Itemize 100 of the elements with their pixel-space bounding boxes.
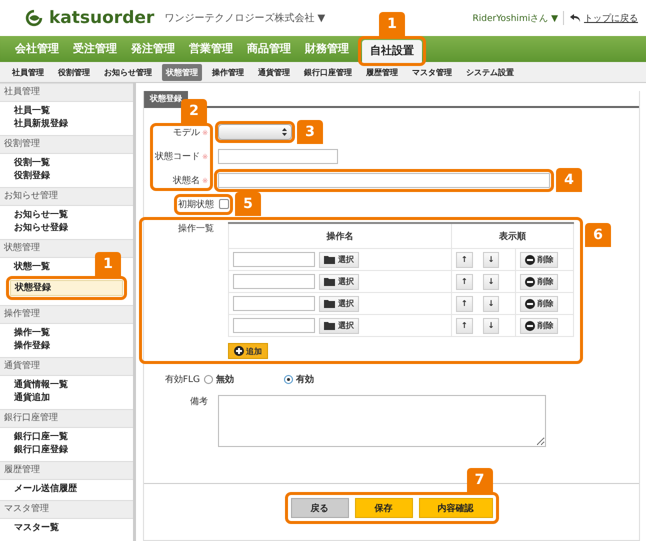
move-down-button[interactable]: ↓ xyxy=(482,296,500,312)
column-header: 操作名 xyxy=(228,223,452,248)
sidebar-item[interactable]: 状態登録 xyxy=(10,280,123,296)
back-icon xyxy=(569,13,581,23)
field-label: モデル xyxy=(173,128,200,138)
select-button[interactable]: 選択 xyxy=(319,252,359,268)
sidebar-item[interactable]: 社員一覧 xyxy=(10,105,50,118)
sidebar-heading: 状態管理 xyxy=(0,239,133,258)
form-button[interactable]: 戻る xyxy=(290,498,348,518)
notes-field[interactable] xyxy=(218,395,546,447)
folder-icon xyxy=(324,321,336,330)
user-menu[interactable]: RiderYoshimiさん ▼ xyxy=(472,12,558,24)
folder-icon xyxy=(324,255,336,264)
subnav-tab[interactable]: 状態管理 xyxy=(162,64,202,80)
sidebar-heading: 通貨管理 xyxy=(0,357,133,376)
radio-option[interactable]: 有効 xyxy=(284,372,314,386)
move-up-button[interactable]: ↑ xyxy=(456,274,473,290)
delete-button[interactable]: 削除 xyxy=(520,296,558,312)
subnav-tab[interactable]: システム設置 xyxy=(462,64,518,80)
form-button[interactable]: 内容確認 xyxy=(418,498,492,518)
input-field[interactable] xyxy=(233,252,315,267)
delete-button[interactable]: 削除 xyxy=(520,252,558,268)
minus-circle-icon xyxy=(525,320,536,330)
input-field[interactable] xyxy=(233,274,315,289)
folder-icon xyxy=(324,299,336,308)
select-arrows-icon xyxy=(282,128,287,136)
sidebar-heading: 操作管理 xyxy=(0,305,133,324)
column-header: 表示順 xyxy=(452,223,574,248)
sidebar-heading: 役割管理 xyxy=(0,135,133,154)
delete-button[interactable]: 削除 xyxy=(520,274,558,290)
input-field[interactable] xyxy=(218,148,338,164)
sidebar-heading: 銀行口座管理 xyxy=(0,409,133,428)
plus-circle-icon xyxy=(234,346,244,356)
callout-number: 1 xyxy=(95,252,121,276)
sidebar-item[interactable]: 操作一覧 xyxy=(10,327,50,340)
highlight-frame xyxy=(174,194,233,214)
checkbox[interactable] xyxy=(219,199,229,209)
select-button[interactable]: 選択 xyxy=(319,296,359,312)
sidebar-item[interactable]: マスター覧 xyxy=(10,522,59,535)
nav-tab[interactable]: 自社設置 xyxy=(362,40,422,62)
sidebar-item[interactable]: メール送信履歴 xyxy=(10,483,77,496)
sidebar-item[interactable]: 通貨追加 xyxy=(10,392,50,405)
folder-icon xyxy=(324,277,336,286)
sidebar-item[interactable]: 操作登録 xyxy=(10,340,50,353)
field-label: 状態名 xyxy=(173,176,200,186)
subnav-tab[interactable]: 操作管理 xyxy=(208,64,248,80)
move-up-button[interactable]: ↑ xyxy=(456,318,473,334)
move-down-button[interactable]: ↓ xyxy=(482,274,500,290)
sidebar-heading: お知らせ管理 xyxy=(0,187,133,206)
subnav-tab[interactable]: 履歴管理 xyxy=(362,64,402,80)
callout-number: 6 xyxy=(585,223,611,247)
logo-icon xyxy=(24,8,44,28)
form-tab[interactable]: 状態登録 xyxy=(144,91,188,106)
radio-option[interactable]: 無効 xyxy=(204,372,234,386)
field-label: 操作一覧 xyxy=(178,222,215,236)
minus-circle-icon xyxy=(525,254,536,264)
input-field[interactable] xyxy=(233,318,315,333)
sidebar-heading: マスタ管理 xyxy=(0,500,133,519)
select-button[interactable]: 選択 xyxy=(319,318,359,334)
subnav-tab[interactable]: 銀行口座管理 xyxy=(300,64,356,80)
sidebar-item[interactable]: 銀行口座一覧 xyxy=(10,431,68,444)
move-up-button[interactable]: ↑ xyxy=(456,252,473,268)
sidebar-item[interactable]: 通貨情報一覧 xyxy=(10,379,68,392)
field-label: 備考 xyxy=(190,397,208,407)
move-down-button[interactable]: ↓ xyxy=(482,252,500,268)
subnav-tab[interactable]: 役割管理 xyxy=(54,64,94,80)
logo-text: katsuorder xyxy=(49,8,154,28)
callout-number: 7 xyxy=(466,468,492,492)
callout-number: 1 xyxy=(379,12,405,36)
sidebar-heading: 履歴管理 xyxy=(0,461,133,480)
subnav-tab[interactable]: 社員管理 xyxy=(8,64,48,80)
callout-number: 5 xyxy=(235,192,261,216)
subnav-tab[interactable]: お知らせ管理 xyxy=(100,64,156,80)
sidebar-item[interactable]: お知らせ登録 xyxy=(10,222,68,235)
callout-number: 4 xyxy=(556,168,582,192)
minus-circle-icon xyxy=(525,276,536,286)
add-button[interactable]: 追加 xyxy=(228,343,268,359)
sidebar-heading: 社員管理 xyxy=(0,83,133,102)
sidebar-item[interactable]: 役割一覧 xyxy=(10,157,50,170)
input-field[interactable] xyxy=(218,172,550,188)
move-down-button[interactable]: ↓ xyxy=(482,318,500,334)
field-label: 有効FLG xyxy=(164,374,200,384)
input-field[interactable] xyxy=(233,296,315,311)
form-button[interactable]: 保存 xyxy=(354,498,412,518)
callout-number: 3 xyxy=(297,120,323,144)
callout-number: 2 xyxy=(181,98,207,122)
sidebar-item[interactable]: 状態一覧 xyxy=(10,261,50,274)
company-dropdown[interactable]: ワンジーテクノロジーズ株式会社 ▼ xyxy=(164,11,326,25)
move-up-button[interactable]: ↑ xyxy=(456,296,473,312)
sidebar-item[interactable]: 社員新規登録 xyxy=(10,118,68,131)
sidebar-item[interactable]: 銀行口座登録 xyxy=(10,444,68,457)
sidebar-item[interactable]: 役割登録 xyxy=(10,170,50,183)
sidebar-item[interactable]: お知らせ一覧 xyxy=(10,209,68,222)
top-link[interactable]: トップに戻る xyxy=(584,12,638,24)
select-button[interactable]: 選択 xyxy=(319,274,359,290)
field-label: 初期状態 xyxy=(178,198,214,210)
subnav-tab[interactable]: マスタ管理 xyxy=(408,64,456,80)
delete-button[interactable]: 削除 xyxy=(520,318,558,334)
subnav-tab[interactable]: 通貨管理 xyxy=(254,64,294,80)
minus-circle-icon xyxy=(525,298,536,308)
